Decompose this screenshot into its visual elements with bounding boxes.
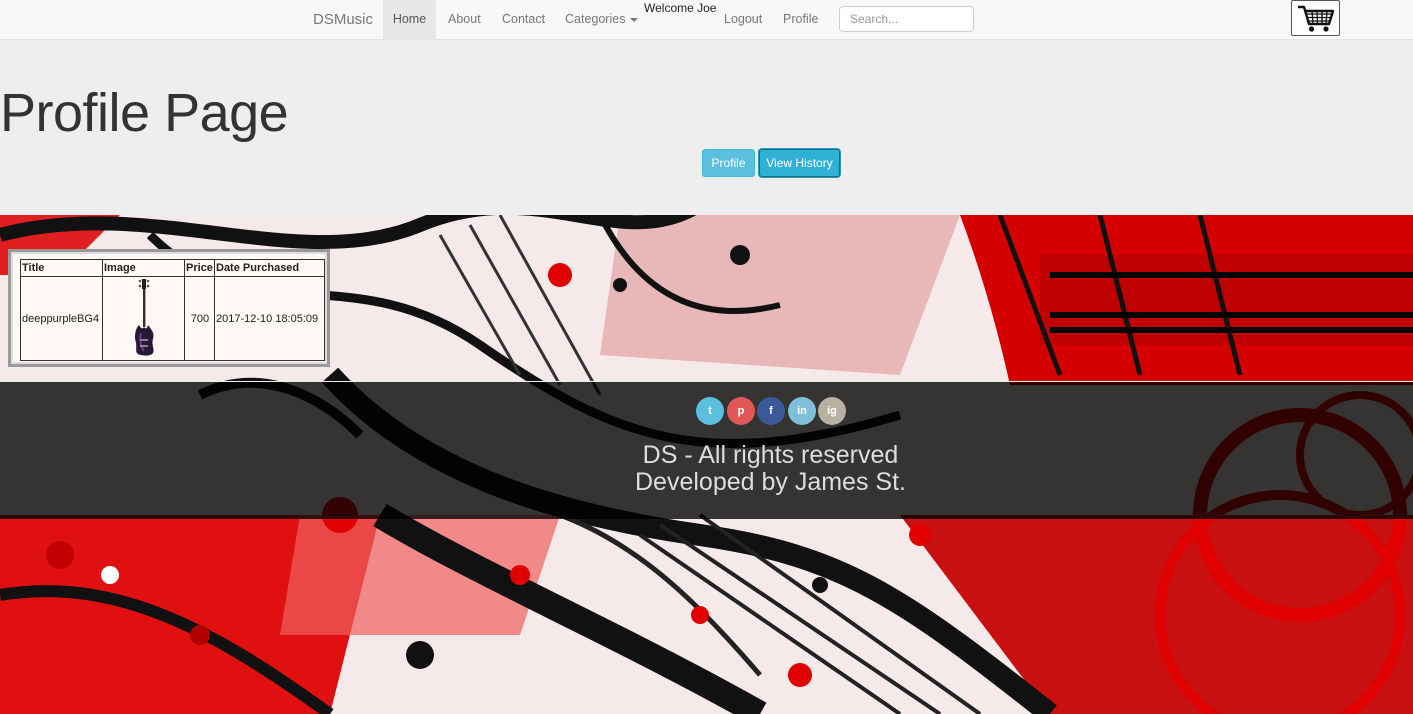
facebook-icon[interactable]: f [757, 397, 785, 425]
bass-guitar-image[interactable] [129, 277, 159, 357]
cell-image [102, 276, 185, 361]
header-image: Image [102, 259, 185, 277]
table-header-row: Title Image Price Date Purchased [20, 259, 325, 277]
footer: t p f in ig DS - All rights reserved Dev… [0, 382, 1413, 519]
shopping-cart-button[interactable] [1291, 0, 1340, 36]
linkedin-icon[interactable]: in [788, 397, 816, 425]
navbar: DSMusic Home About Contact Categories We… [0, 0, 1413, 40]
caret-down-icon [630, 17, 639, 22]
nav-contact[interactable]: Contact [502, 0, 545, 39]
profile-button[interactable]: Profile [702, 149, 755, 177]
header-date-purchased: Date Purchased [214, 259, 325, 277]
nav-about[interactable]: About [448, 0, 481, 39]
pinterest-icon[interactable]: p [727, 397, 755, 425]
twitter-icon[interactable]: t [696, 397, 724, 425]
view-history-button[interactable]: View History [759, 149, 840, 177]
table-row: deeppurpleBG4 700 2017-12-10 18:05:09 [20, 276, 325, 361]
cell-date-purchased: 2017-12-10 18:05:09 [214, 276, 325, 361]
nav-home[interactable]: Home [383, 0, 436, 39]
shopping-cart-icon [1298, 5, 1335, 32]
cell-price: 700 [184, 276, 215, 361]
cell-title: deeppurpleBG4 [20, 276, 103, 361]
nav-categories-dropdown[interactable]: Categories [565, 0, 639, 39]
search-input[interactable] [839, 6, 974, 32]
footer-developer-text: Developed by James St. [635, 468, 906, 496]
welcome-text: Welcome Joe [644, 1, 717, 15]
history-panel: Title Image Price Date Purchased deeppur… [8, 249, 330, 367]
instagram-icon[interactable]: ig [818, 397, 846, 425]
purchase-history-table: Title Image Price Date Purchased deeppur… [20, 259, 325, 361]
nav-logout[interactable]: Logout [724, 0, 762, 39]
header-title: Title [20, 259, 103, 277]
brand-link[interactable]: DSMusic [313, 11, 373, 28]
nav-profile[interactable]: Profile [783, 0, 818, 39]
footer-rights-text: DS - All rights reserved [642, 441, 899, 469]
page-title: Profile Page [0, 83, 289, 143]
nav-categories-label: Categories [565, 12, 626, 26]
header-price: Price [184, 259, 215, 277]
